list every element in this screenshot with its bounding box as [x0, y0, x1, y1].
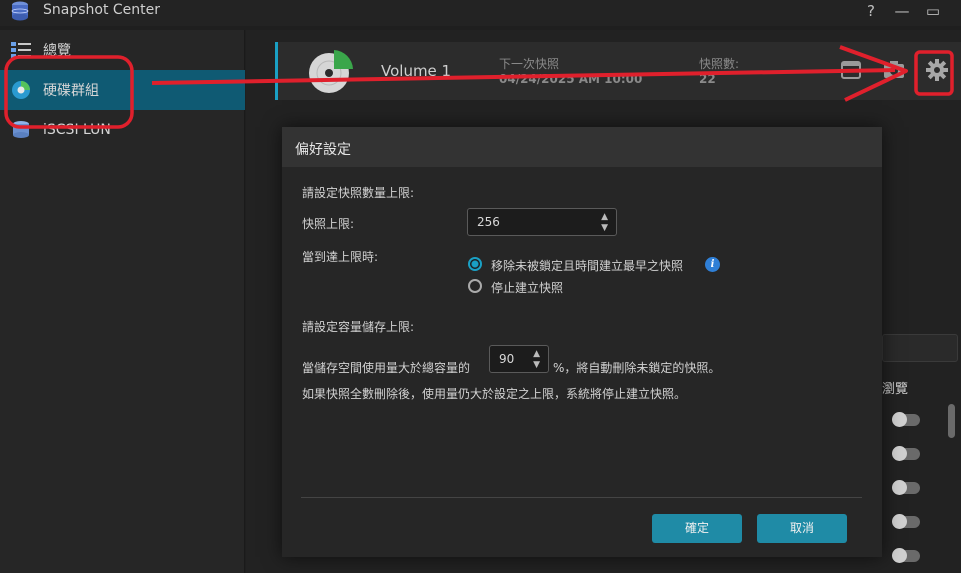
snapshot-limit-stepper[interactable]: 256 ▲ ▼	[467, 208, 617, 236]
overview-list-icon	[11, 42, 31, 58]
ok-button[interactable]: 確定	[652, 514, 742, 543]
toggle-switch[interactable]	[892, 412, 920, 427]
volume-usage-pie-icon	[309, 50, 353, 93]
capacity-note: 如果快照全數刪除後，使用量仍大於設定之上限，系統將停止建立快照。	[302, 387, 687, 401]
dialog-title: 偏好設定	[295, 142, 351, 158]
calendar-icon[interactable]	[839, 57, 863, 81]
option-stop-snapshot-label: 停止建立快照	[491, 281, 564, 295]
radio-stop-snapshot[interactable]	[468, 279, 482, 293]
gear-icon[interactable]	[925, 58, 949, 82]
info-icon[interactable]: i	[705, 257, 720, 272]
sidebar-item-iscsi-lun[interactable]: iSCSI LUN	[0, 110, 245, 150]
chevron-up-icon[interactable]: ▲	[601, 213, 608, 222]
dialog-header: 偏好設定	[282, 127, 882, 167]
toggle-switch[interactable]	[892, 514, 920, 529]
preferences-dialog: 偏好設定 請設定快照數量上限: 快照上限: 256 ▲ ▼ 當到達上限時: 移除…	[282, 127, 882, 557]
toggle-switch[interactable]	[892, 446, 920, 461]
snapshot-limit-value: 256	[477, 215, 500, 229]
chevron-down-icon[interactable]: ▼	[601, 224, 608, 233]
sidebar-item-label: iSCSI LUN	[43, 122, 111, 138]
camera-icon[interactable]	[882, 57, 906, 81]
radio-remove-oldest[interactable]	[468, 257, 482, 271]
sidebar-item-label: 總覽	[43, 43, 71, 59]
sidebar-item-overview[interactable]: 總覽	[0, 30, 245, 70]
cancel-button[interactable]: 取消	[757, 514, 847, 543]
snapshot-count-value: 22	[699, 72, 716, 86]
toggle-switch[interactable]	[892, 480, 920, 495]
section-snapshot-count: 請設定快照數量上限:	[302, 186, 415, 200]
help-icon[interactable]: ?	[860, 2, 882, 20]
chevron-up-icon[interactable]: ▲	[533, 350, 540, 359]
title-bar: Snapshot Center ? — ▭	[0, 0, 961, 26]
capacity-prefix-text: 當儲存空間使用量大於總容量的	[302, 361, 471, 375]
iscsi-lun-icon	[13, 121, 29, 138]
maximize-icon[interactable]: ▭	[922, 2, 944, 20]
capacity-suffix-text: %，將自動刪除未鎖定的快照。	[553, 361, 721, 375]
snapshot-limit-label: 快照上限:	[302, 217, 355, 231]
app-title: Snapshot Center	[43, 2, 161, 18]
when-reached-label: 當到達上限時:	[302, 250, 379, 264]
next-snapshot-value: 04/24/2025 AM 10:00	[499, 72, 643, 86]
option-remove-oldest-label: 移除未被鎖定且時間建立最早之快照	[491, 259, 684, 273]
right-search-field[interactable]	[882, 334, 958, 362]
section-capacity: 請設定容量儲存上限:	[302, 320, 415, 334]
next-snapshot-label: 下一次快照	[499, 57, 560, 71]
sidebar: 總覽 硬碟群組 iSCSI LUN	[0, 30, 245, 573]
chevron-down-icon[interactable]: ▼	[533, 361, 540, 370]
right-column-header: 瀏覽	[882, 382, 909, 397]
capacity-percent-stepper[interactable]: 90 ▲ ▼	[489, 345, 549, 373]
scrollbar-thumb[interactable]	[948, 404, 955, 438]
minimize-icon[interactable]: —	[891, 2, 913, 20]
volume-name: Volume 1	[381, 62, 452, 80]
disk-group-icon	[12, 81, 30, 99]
volume-card[interactable]: Volume 1 下一次快照 04/24/2025 AM 10:00 快照數: …	[275, 42, 961, 100]
capacity-percent-value: 90	[499, 352, 515, 366]
dialog-divider	[301, 497, 862, 498]
sidebar-item-label: 硬碟群組	[43, 83, 99, 99]
snapshot-center-app-icon	[11, 1, 29, 21]
snapshot-count-label: 快照數:	[699, 57, 740, 71]
toggle-switch[interactable]	[892, 548, 920, 563]
sidebar-item-disk-group[interactable]: 硬碟群組	[0, 70, 245, 110]
